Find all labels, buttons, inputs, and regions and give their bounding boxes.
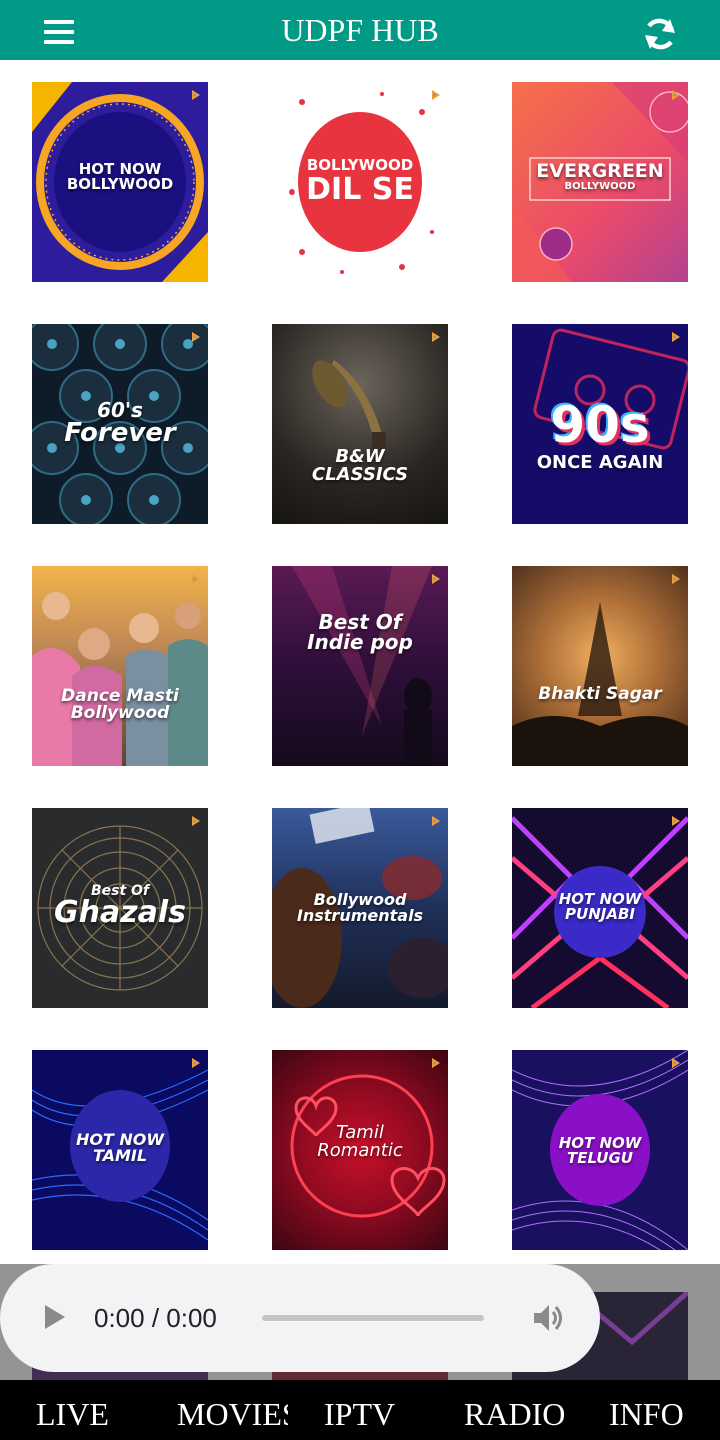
play-badge-icon <box>192 574 200 584</box>
play-badge-icon <box>672 1058 680 1068</box>
tile-label-line: CLASSICS <box>311 464 409 485</box>
tile-label-line: DIL SE <box>306 172 414 207</box>
tile-label: EVERGREEN BOLLYWOOD <box>512 162 688 192</box>
tile-label-line: Best Of <box>318 610 402 634</box>
tile-label: Bhakti Sagar <box>512 686 688 703</box>
play-icon[interactable] <box>40 1302 70 1332</box>
tile-artwork <box>32 592 208 766</box>
playlist-tile-bollywood-dil-se[interactable]: BOLLYWOOD DIL SE <box>272 82 448 282</box>
playlist-tile-dance-masti-bollywood[interactable]: Dance Masti Bollywood <box>32 566 208 766</box>
playback-time: 0:00 / 0:00 <box>94 1303 217 1333</box>
nav-item-info[interactable]: INFO <box>609 1394 684 1434</box>
playlist-tile-bhakti-sagar[interactable]: Bhakti Sagar <box>512 566 688 766</box>
tile-label-line: Bhakti Sagar <box>538 684 662 704</box>
play-badge-icon <box>192 1058 200 1068</box>
tile-label-line: Romantic <box>317 1140 403 1161</box>
tile-artwork <box>512 602 688 766</box>
app-title: UDPF HUB <box>281 12 439 48</box>
tile-label-line: 90s <box>550 396 650 454</box>
tile-artwork <box>292 566 432 766</box>
tile-label: 60's Forever <box>32 400 208 446</box>
play-badge-icon <box>432 1058 440 1068</box>
playlist-tile-tamil-romantic[interactable]: Tamil Romantic <box>272 1050 448 1250</box>
tile-label: Best Of Ghazals <box>32 884 208 928</box>
seek-bar[interactable] <box>262 1315 484 1321</box>
tile-label-line: ONCE AGAIN <box>536 452 664 473</box>
hamburger-menu-icon[interactable] <box>44 20 76 48</box>
playlist-grid: HOT NOW BOLLYWOOD BOLLYWOOD DIL SE EVERG… <box>0 60 720 1380</box>
tile-label-line: TELUGU <box>567 1149 633 1167</box>
playlist-tile-hot-now-tamil[interactable]: HOT NOW TAMIL <box>32 1050 208 1250</box>
audio-player: 0:00 / 0:00 <box>0 1264 600 1372</box>
play-badge-icon <box>432 332 440 342</box>
tile-label: HOT NOW TELUGU <box>512 1136 688 1166</box>
play-badge-icon <box>192 816 200 826</box>
app-screen: HOT NOW BOLLYWOOD BOLLYWOOD DIL SE EVERG… <box>0 0 720 1440</box>
playlist-tile-bw-classics[interactable]: B&W CLASSICS <box>272 324 448 524</box>
tile-label-line: EVERGREEN <box>536 160 664 182</box>
play-badge-icon <box>432 574 440 584</box>
bottom-nav: LIVE MOVIES IPTV RADIO INFO <box>0 1380 720 1440</box>
playlist-tile-bollywood-instrumentals[interactable]: Bollywood Instrumentals <box>272 808 448 1008</box>
play-badge-icon <box>432 816 440 826</box>
playlist-tile-hot-now-telugu[interactable]: HOT NOW TELUGU <box>512 1050 688 1250</box>
tile-label: B&W CLASSICS <box>272 448 448 484</box>
tile-label-line: 60's <box>97 398 143 422</box>
tile-label-line: Bollywood <box>70 703 170 723</box>
playlist-tile-60s-forever[interactable]: 60's Forever <box>32 324 208 524</box>
play-badge-icon <box>432 90 440 100</box>
play-badge-icon <box>672 90 680 100</box>
app-header: UDPF HUB <box>0 0 720 60</box>
play-badge-icon <box>672 574 680 584</box>
refresh-icon[interactable] <box>640 14 680 54</box>
tile-label-line: BOLLYWOOD <box>306 156 414 174</box>
nav-item-iptv[interactable]: IPTV <box>324 1394 395 1434</box>
tile-label-line: Forever <box>64 418 176 448</box>
play-badge-icon <box>672 816 680 826</box>
tile-label-line: Ghazals <box>53 895 187 930</box>
tile-label-line: BOLLYWOOD <box>66 175 174 193</box>
tile-label: Tamil Romantic <box>272 1124 448 1160</box>
playlist-tile-best-of-indie-pop[interactable]: Best Of Indie pop <box>272 566 448 766</box>
tile-label: Bollywood Instrumentals <box>272 892 448 924</box>
playlist-tile-hot-now-bollywood[interactable]: HOT NOW BOLLYWOOD <box>32 82 208 282</box>
playlist-tile-90s-once-again[interactable]: 90s ONCE AGAIN <box>512 324 688 524</box>
tile-label: Best Of Indie pop <box>272 612 448 652</box>
nav-item-movies[interactable]: MOVIES <box>177 1394 288 1434</box>
tile-label-line: PUNJABI <box>565 905 635 923</box>
play-badge-icon <box>672 332 680 342</box>
tile-label: BOLLYWOOD DIL SE <box>272 158 448 205</box>
volume-icon[interactable] <box>530 1300 566 1336</box>
tile-label: Dance Masti Bollywood <box>32 688 208 722</box>
tile-label: 90s ONCE AGAIN <box>512 400 688 472</box>
nav-item-live[interactable]: LIVE <box>36 1394 109 1434</box>
play-badge-icon <box>192 90 200 100</box>
tile-label-line: Instrumentals <box>296 906 424 925</box>
tile-label-line: BOLLYWOOD <box>564 181 636 192</box>
tile-label-line: TAMIL <box>92 1146 148 1165</box>
tile-label: HOT NOW PUNJABI <box>512 892 688 922</box>
playlist-tile-hot-now-punjabi[interactable]: HOT NOW PUNJABI <box>512 808 688 1008</box>
playlist-tile-best-of-ghazals[interactable]: Best Of Ghazals <box>32 808 208 1008</box>
tile-label-line: Indie pop <box>307 630 413 654</box>
tile-label: HOT NOW TAMIL <box>32 1132 208 1164</box>
tile-artwork <box>312 360 386 452</box>
playlist-tile-evergreen-bollywood[interactable]: EVERGREEN BOLLYWOOD <box>512 82 688 282</box>
tile-label: HOT NOW BOLLYWOOD <box>32 162 208 192</box>
nav-item-radio[interactable]: RADIO <box>464 1394 565 1434</box>
play-badge-icon <box>192 332 200 342</box>
